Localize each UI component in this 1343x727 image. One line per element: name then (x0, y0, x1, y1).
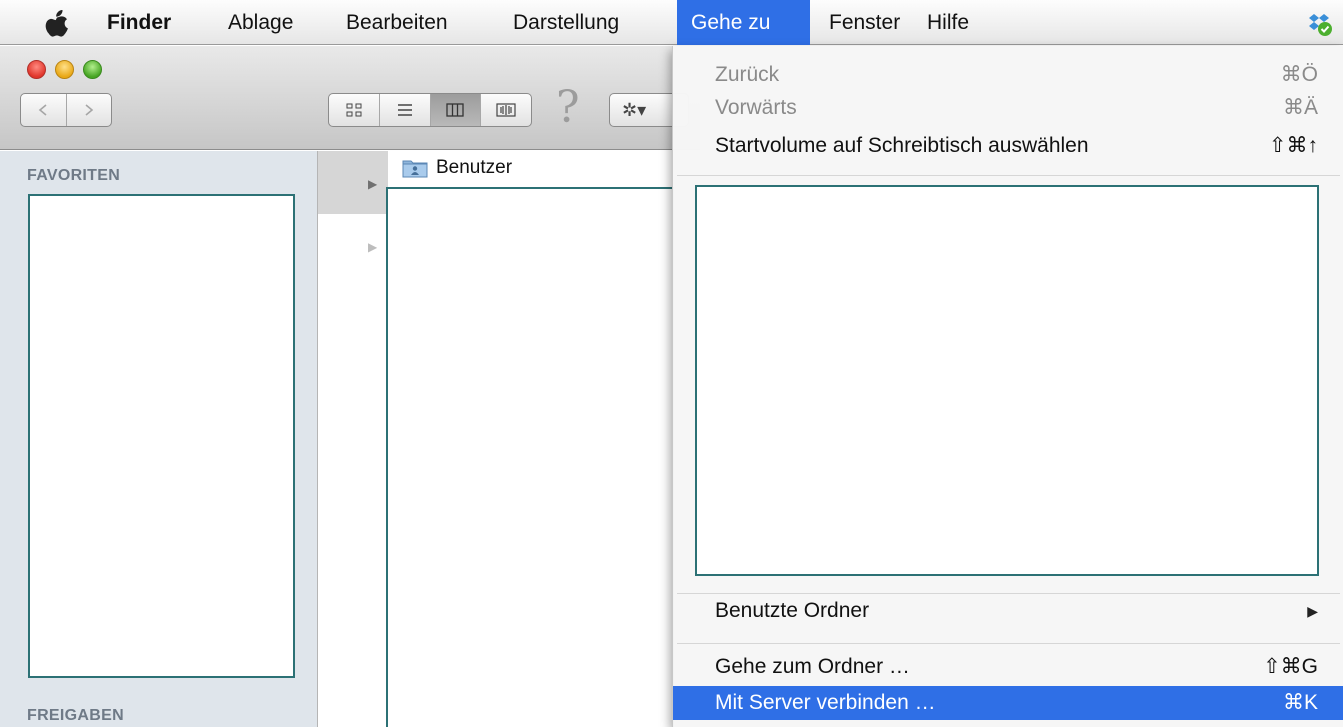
sidebar-heading-shared: FREIGABEN (27, 707, 124, 724)
list-view-button[interactable] (378, 94, 430, 126)
column-browser: ▶ ▶ Benutzer (318, 151, 700, 727)
menu-hilfe[interactable]: Hilfe (917, 0, 979, 45)
previous-column: ▶ ▶ (318, 151, 388, 727)
menu-bearbeiten[interactable]: Bearbeiten (336, 0, 458, 45)
disclosure-arrow-icon[interactable]: ▶ (368, 177, 377, 191)
chevron-right-icon (85, 104, 93, 116)
selected-row-highlight (318, 151, 388, 214)
favorites-list (28, 194, 295, 678)
menu-item-recent-folders-label: Benutzte Ordner (715, 599, 870, 622)
finder-window: ? ✲▾ FAVORITEN FREIGABEN ▶ ▶ Benutzer (0, 46, 700, 727)
menu-darstellung[interactable]: Darstellung (503, 0, 629, 45)
back-forward-control (20, 93, 112, 127)
menu-finder[interactable]: Finder (97, 0, 181, 45)
sidebar-heading-favorites: FAVORITEN (27, 167, 121, 184)
view-mode-control (328, 93, 532, 127)
help-icon[interactable]: ? (556, 82, 580, 134)
minimize-window-button[interactable] (55, 60, 74, 79)
coverflow-view-button[interactable] (480, 94, 531, 126)
menu-item-goto-folder-shortcut: ⇧⌘G (1263, 655, 1318, 678)
back-button[interactable] (21, 94, 66, 126)
places-list-placeholder (695, 185, 1319, 576)
coverflow-view-icon (496, 103, 516, 117)
menu-item-back-label: Zurück (715, 63, 780, 86)
menu-item-forward-shortcut: ⌘Ä (1282, 96, 1318, 119)
menu-item-startup-volume-label: Startvolume auf Schreibtisch auswählen (715, 134, 1089, 157)
folder-row-benutzer[interactable]: Benutzer (402, 157, 512, 179)
forward-button[interactable] (65, 94, 112, 126)
chevron-left-icon (39, 104, 47, 116)
folder-name: Benutzer (436, 157, 513, 178)
menu-item-connect-server-label: Mit Server verbinden … (715, 691, 936, 714)
column-content (386, 187, 674, 727)
menu-fenster[interactable]: Fenster (819, 0, 910, 45)
apple-icon[interactable] (42, 7, 72, 39)
submenu-arrow-icon: ▶ (1307, 603, 1318, 619)
zoom-window-button[interactable] (83, 60, 102, 79)
menu-bar: Finder Ablage Bearbeiten Darstellung Geh… (0, 0, 1343, 45)
list-view-icon (397, 104, 412, 116)
sync-check-icon[interactable] (1305, 9, 1333, 37)
menu-ablage[interactable]: Ablage (218, 0, 303, 45)
sidebar: FAVORITEN FREIGABEN (0, 151, 318, 727)
menu-item-goto-folder-label: Gehe zum Ordner … (715, 655, 910, 678)
menu-separator (677, 175, 1340, 176)
go-menu-dropdown: Zurück ⌘Ö Vorwärts ⌘Ä Startvolume auf Sc… (672, 46, 1343, 727)
menu-item-back[interactable]: Zurück ⌘Ö (673, 58, 1343, 92)
menu-item-startup-volume-shortcut: ⇧⌘↑ (1268, 134, 1318, 157)
icon-view-icon (346, 103, 362, 117)
menu-item-connect-server[interactable]: Mit Server verbinden … ⌘K (673, 686, 1343, 720)
icon-view-button[interactable] (329, 94, 379, 126)
menu-item-recent-folders[interactable]: Benutzte Ordner ▶ (673, 594, 1343, 628)
menu-item-startup-volume[interactable]: Startvolume auf Schreibtisch auswählen ⇧… (673, 129, 1343, 163)
menu-item-forward[interactable]: Vorwärts ⌘Ä (673, 91, 1343, 125)
column-view-button[interactable] (429, 94, 481, 126)
menu-gehe-zu[interactable]: Gehe zu (677, 0, 810, 45)
window-toolbar: ? ✲▾ (0, 46, 700, 150)
menu-item-connect-server-shortcut: ⌘K (1282, 691, 1318, 714)
menu-item-forward-label: Vorwärts (715, 96, 797, 119)
menu-separator (677, 643, 1340, 644)
menu-item-goto-folder[interactable]: Gehe zum Ordner … ⇧⌘G (673, 650, 1343, 684)
user-folder-icon (402, 160, 428, 178)
column-view-icon (446, 103, 465, 117)
close-window-button[interactable] (27, 60, 46, 79)
menu-item-back-shortcut: ⌘Ö (1280, 63, 1318, 86)
disclosure-arrow-icon[interactable]: ▶ (368, 240, 377, 254)
